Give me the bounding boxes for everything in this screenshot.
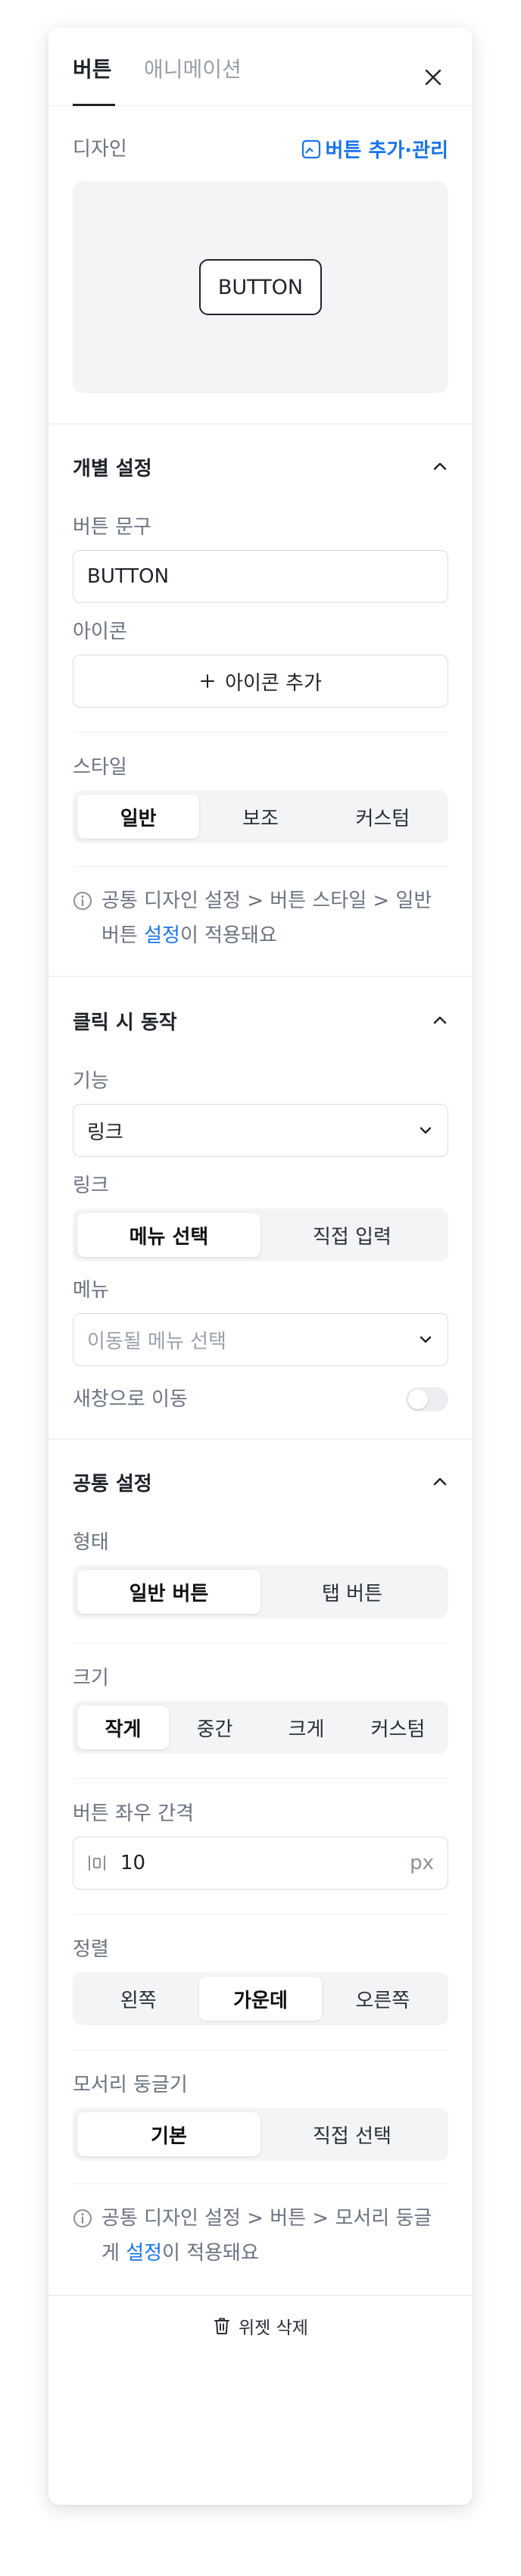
size-option-medium[interactable]: 중간 xyxy=(169,1705,260,1749)
align-option-center[interactable]: 가운데 xyxy=(199,1977,322,2021)
manage-buttons-link[interactable]: 버튼 추가·관리 xyxy=(301,135,448,163)
spacing-unit: px xyxy=(410,1852,434,1874)
style-label: 스타일 xyxy=(73,756,127,779)
radius-notice: 공통 디자인 설정 > 버튼 > 모서리 둥글게 설정이 적용돼요 xyxy=(73,2201,448,2271)
size-option-small[interactable]: 작게 xyxy=(77,1705,169,1749)
spacing-input[interactable]: 10 px xyxy=(73,1837,448,1890)
divider xyxy=(73,866,448,867)
new-window-label: 새창으로 이동 xyxy=(73,1388,188,1411)
function-select[interactable]: 링크 xyxy=(73,1104,448,1157)
notice-settings-link[interactable]: 설정 xyxy=(126,2242,162,2265)
notice-text-suffix: 이 적용돼요 xyxy=(179,924,277,947)
icon-label: 아이콘 xyxy=(73,621,127,643)
link-label: 링크 xyxy=(73,1174,109,1197)
individual-settings-section: 개별 설정 버튼 문구 BUTTON 아이콘 아이콘 추가 스타일 일반 보조 … xyxy=(48,424,473,953)
link-option-direct[interactable]: 직접 입력 xyxy=(260,1213,444,1257)
function-select-value: 링크 xyxy=(87,1121,123,1144)
panel-header: 버튼 애니메이션 xyxy=(48,27,473,106)
button-settings-panel: 버튼 애니메이션 디자인 버튼 추가·관리 BUTTON 개별 설정 버튼 문구… xyxy=(48,27,473,2505)
section-title: 클릭 시 동작 xyxy=(73,1011,177,1034)
chevron-down-icon xyxy=(420,1127,432,1134)
button-preview-area: BUTTON xyxy=(73,181,448,393)
info-icon xyxy=(73,2209,92,2227)
tab-button[interactable]: 버튼 xyxy=(73,55,112,85)
chevron-up-icon xyxy=(433,462,447,470)
radius-option-default[interactable]: 기본 xyxy=(77,2112,260,2156)
align-option-right[interactable]: 오른쪽 xyxy=(322,1977,444,2021)
spacing-label: 버튼 좌우 간격 xyxy=(73,1802,195,1825)
size-label: 크기 xyxy=(73,1667,109,1690)
radius-label: 모서리 둥글기 xyxy=(73,2074,188,2096)
trash-icon xyxy=(214,2318,230,2334)
plus-icon xyxy=(201,674,215,688)
align-option-left[interactable]: 왼쪽 xyxy=(77,1977,199,2021)
menu-select[interactable]: 이동될 메뉴 선택 xyxy=(73,1313,448,1366)
divider xyxy=(73,1914,448,1915)
spacing-value: 10 xyxy=(120,1852,146,1874)
add-icon-label: 아이콘 추가 xyxy=(225,671,322,695)
chevron-up-icon xyxy=(433,1477,447,1486)
shape-label: 형태 xyxy=(73,1531,109,1554)
info-icon xyxy=(73,892,92,910)
tab-animation[interactable]: 애니메이션 xyxy=(144,55,242,85)
horizontal-spacing-icon xyxy=(89,1855,105,1871)
align-segmented-control: 왼쪽 가운데 오른쪽 xyxy=(73,1972,448,2025)
add-icon-button[interactable]: 아이콘 추가 xyxy=(73,655,448,708)
link-option-menu[interactable]: 메뉴 선택 xyxy=(77,1213,260,1257)
new-window-row: 새창으로 이동 xyxy=(73,1386,448,1413)
menu-label: 메뉴 xyxy=(73,1279,109,1302)
link-type-segmented-control: 메뉴 선택 직접 입력 xyxy=(73,1208,448,1261)
shape-option-tab[interactable]: 탭 버튼 xyxy=(260,1570,444,1614)
style-option-normal[interactable]: 일반 xyxy=(77,795,200,839)
preview-button[interactable]: BUTTON xyxy=(199,259,322,315)
shape-option-normal[interactable]: 일반 버튼 xyxy=(77,1570,260,1614)
divider xyxy=(73,2049,448,2050)
active-tab-indicator xyxy=(73,104,115,106)
radius-option-custom[interactable]: 직접 선택 xyxy=(260,2112,444,2156)
style-notice: 공통 디자인 설정 > 버튼 스타일 > 일반 버튼 설정이 적용돼요 xyxy=(73,883,448,953)
button-text-input[interactable]: BUTTON xyxy=(73,550,448,603)
menu-select-placeholder: 이동될 메뉴 선택 xyxy=(87,1330,226,1353)
toggle-knob xyxy=(408,1390,428,1409)
size-option-custom[interactable]: 커스텀 xyxy=(352,1705,444,1749)
size-option-large[interactable]: 크게 xyxy=(260,1705,352,1749)
new-window-toggle[interactable] xyxy=(406,1387,448,1411)
image-edit-icon xyxy=(301,139,320,158)
individual-settings-header[interactable]: 개별 설정 xyxy=(73,452,448,482)
notice-text-suffix: 이 적용돼요 xyxy=(162,2242,259,2265)
manage-buttons-label: 버튼 추가·관리 xyxy=(325,139,448,162)
common-settings-section: 공통 설정 형태 일반 버튼 탭 버튼 크기 작게 중간 크게 커스텀 버튼 좌… xyxy=(48,1440,473,2271)
style-segmented-control: 일반 보조 커스텀 xyxy=(73,790,448,843)
divider xyxy=(73,1778,448,1779)
button-text-label: 버튼 문구 xyxy=(73,516,151,539)
click-action-header[interactable]: 클릭 시 동작 xyxy=(73,1005,448,1036)
section-title: 개별 설정 xyxy=(73,457,152,480)
chevron-up-icon xyxy=(433,1016,447,1024)
radius-segmented-control: 기본 직접 선택 xyxy=(73,2108,448,2161)
style-option-secondary[interactable]: 보조 xyxy=(199,795,321,839)
delete-widget-label: 위젯 삭제 xyxy=(239,2318,308,2338)
divider xyxy=(73,732,448,733)
notice-settings-link[interactable]: 설정 xyxy=(144,924,180,947)
click-action-section: 클릭 시 동작 기능 링크 링크 메뉴 선택 직접 입력 메뉴 이동될 메뉴 선… xyxy=(48,977,473,1413)
design-section: 디자인 버튼 추가·관리 BUTTON xyxy=(48,106,473,393)
align-label: 정렬 xyxy=(73,1938,109,1961)
size-segmented-control: 작게 중간 크게 커스텀 xyxy=(73,1701,448,1754)
common-settings-header[interactable]: 공통 설정 xyxy=(73,1467,448,1497)
section-title: 공통 설정 xyxy=(73,1472,152,1496)
chevron-down-icon xyxy=(420,1336,432,1343)
close-icon[interactable] xyxy=(424,68,442,86)
function-label: 기능 xyxy=(73,1070,109,1093)
delete-widget-button[interactable]: 위젯 삭제 xyxy=(48,2296,473,2356)
design-label: 디자인 xyxy=(73,137,127,161)
shape-segmented-control: 일반 버튼 탭 버튼 xyxy=(73,1565,448,1618)
style-option-custom[interactable]: 커스텀 xyxy=(322,795,444,839)
